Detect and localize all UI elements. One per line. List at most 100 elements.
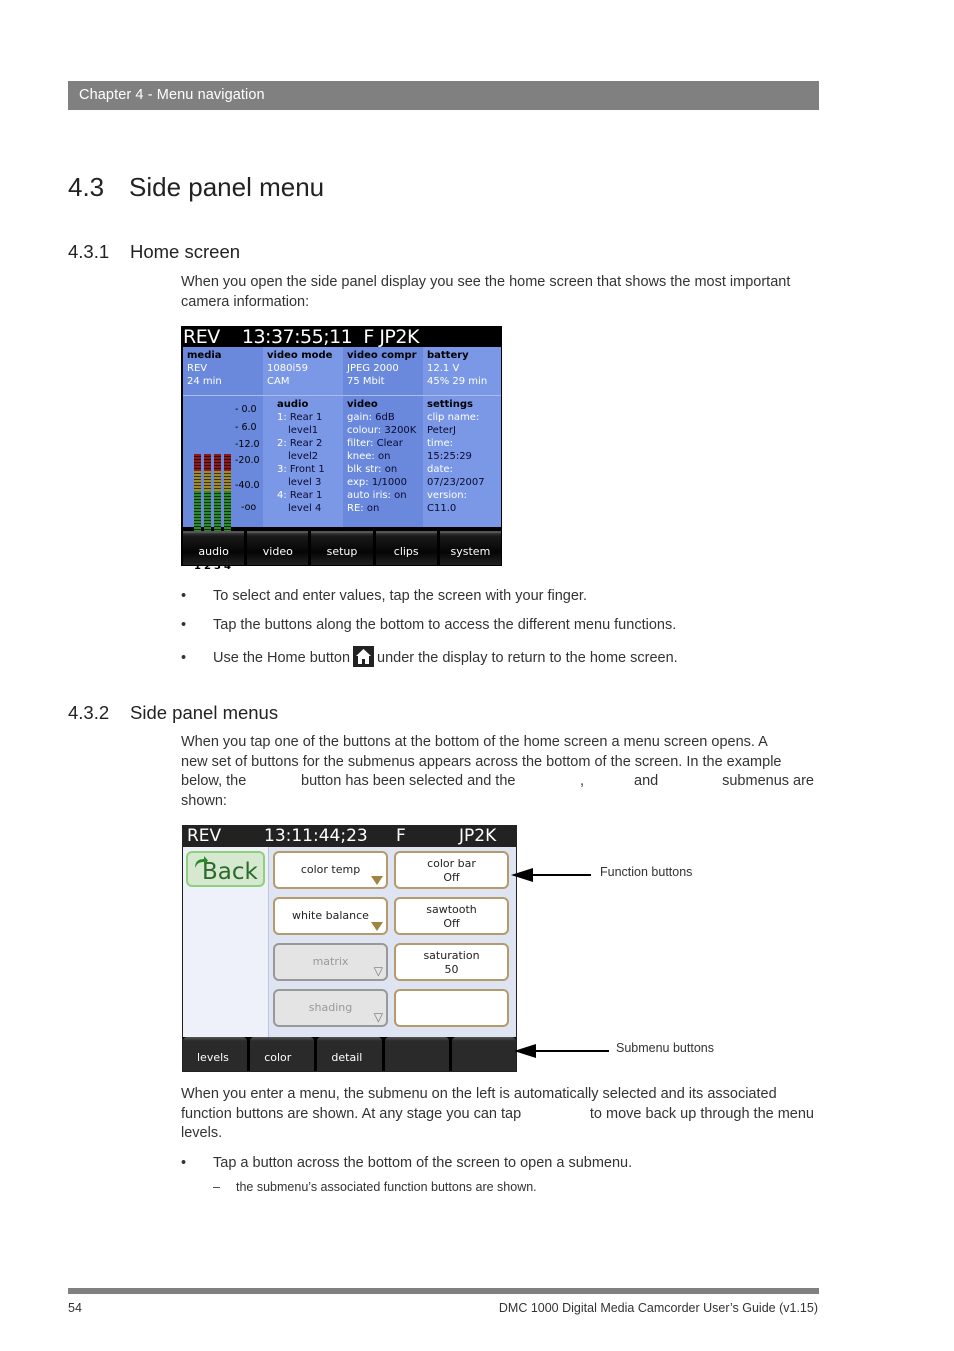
audio-item: 4: Rear 1 bbox=[277, 490, 323, 501]
scale-label: - 6.0 bbox=[235, 422, 257, 433]
menu-screen-figure: REV 13:11:44;23 F JP2K Back color temp c… bbox=[182, 825, 517, 1072]
clips-button[interactable]: clips bbox=[375, 531, 437, 565]
codec-indicator: JP2K bbox=[459, 826, 497, 846]
color-submenu-button[interactable]: color bbox=[250, 1037, 315, 1071]
video-button[interactable]: video bbox=[247, 531, 309, 565]
color-temp-button[interactable]: color temp bbox=[273, 851, 388, 889]
system-button[interactable]: system bbox=[439, 531, 502, 565]
subsection-number: 4.3.2 bbox=[68, 702, 110, 723]
dropdown-triangle-outline-icon: ▽ bbox=[373, 964, 383, 978]
video-item: RE: on bbox=[347, 503, 380, 514]
home-icon bbox=[353, 646, 375, 667]
submenu-arrow-head bbox=[514, 1044, 536, 1058]
video-compr-cell[interactable]: video compr JPEG 2000 75 Mbit bbox=[343, 347, 423, 395]
page-number: 54 bbox=[68, 1301, 82, 1315]
detail-submenu-button[interactable]: detail bbox=[317, 1037, 382, 1071]
video-item: auto iris: on bbox=[347, 490, 407, 501]
submenu-buttons-callout: Submenu buttons bbox=[616, 1041, 714, 1055]
audio-level: level1 bbox=[288, 425, 319, 436]
setting-label: date: bbox=[427, 464, 453, 475]
empty-function-button[interactable] bbox=[394, 989, 509, 1027]
subsection-title: Home screen bbox=[130, 241, 241, 262]
video-item: gain: 6dB bbox=[347, 412, 395, 423]
document-title: DMC 1000 Digital Media Camcorder User’s … bbox=[498, 1301, 818, 1315]
scale-label: -20.0 bbox=[235, 455, 260, 466]
cell-value: 75 Mbit bbox=[347, 376, 385, 387]
home-screen-figure: REV 13:37:55;11 F JP2K media REV 24 min … bbox=[181, 326, 502, 572]
cell-value: 12.1 V bbox=[427, 363, 460, 374]
cell-value: 24 min bbox=[187, 376, 222, 387]
color-bar-button[interactable]: color bar Off bbox=[394, 851, 509, 889]
audio-level: level2 bbox=[288, 451, 319, 462]
video-item: filter: Clear bbox=[347, 438, 403, 449]
dropdown-triangle-outline-icon: ▽ bbox=[373, 1010, 383, 1024]
shading-button[interactable]: shading ▽ bbox=[273, 989, 388, 1027]
function-arrow-line bbox=[530, 874, 591, 876]
bullet-item: • To select and enter values, tap the scr… bbox=[181, 588, 587, 604]
video-mode-cell[interactable]: video mode 1080i59 CAM bbox=[263, 347, 343, 395]
timecode: 13:11:44;23 bbox=[264, 826, 368, 846]
audio-item: 1: Rear 1 bbox=[277, 412, 323, 423]
sub-bullet-item: – the submenu’s associated function butto… bbox=[213, 1180, 537, 1194]
setting-value: C11.0 bbox=[427, 503, 457, 514]
section-title: Side panel menu bbox=[129, 172, 325, 202]
setting-label: time: bbox=[427, 438, 453, 449]
dropdown-triangle-icon bbox=[371, 922, 383, 931]
video-item: knee: on bbox=[347, 451, 391, 462]
media-indicator: REV bbox=[187, 826, 222, 846]
setting-label: version: bbox=[427, 490, 467, 501]
audio-cell[interactable]: audio 1: Rear 1 level1 2: Rear 2 level2 … bbox=[263, 396, 343, 527]
scale-label: -oo bbox=[241, 502, 257, 513]
setting-value: 07/23/2007 bbox=[427, 477, 485, 488]
back-button[interactable]: Back bbox=[186, 851, 265, 887]
empty-submenu-button[interactable] bbox=[384, 1037, 449, 1071]
setting-value: PeterJ bbox=[427, 425, 456, 436]
left-panel: Back bbox=[183, 847, 269, 1037]
saturation-button[interactable]: saturation 50 bbox=[394, 943, 509, 981]
status-bar: REV 13:11:44;23 F JP2K bbox=[183, 826, 516, 847]
bullet-item: • Tap the buttons along the bottom to acc… bbox=[181, 617, 677, 633]
empty-submenu-button[interactable] bbox=[451, 1037, 517, 1071]
media-cell[interactable]: media REV 24 min bbox=[183, 347, 263, 395]
cell-value: 45% 29 min bbox=[427, 376, 488, 387]
video-item: exp: 1/1000 bbox=[347, 477, 407, 488]
audio-button[interactable]: audio bbox=[183, 531, 245, 565]
subsection-heading-menus: 4.3.2 Side panel menus bbox=[68, 702, 278, 724]
cell-value: 1080i59 bbox=[267, 363, 308, 374]
video-item: blk str: on bbox=[347, 464, 398, 475]
cell-title: battery bbox=[427, 350, 469, 361]
audio-level: level 3 bbox=[288, 477, 322, 488]
audio-meters-cell[interactable]: 1 2 3 4 - 0.0 - 6.0 -12.0 -20.0 -40.0 -o… bbox=[183, 396, 263, 572]
matrix-button[interactable]: matrix ▽ bbox=[273, 943, 388, 981]
home-menu-buttons: audio video setup clips system bbox=[183, 531, 502, 565]
levels-submenu-button[interactable]: levels bbox=[183, 1037, 248, 1071]
chapter-header: Chapter 4 - Menu navigation bbox=[68, 81, 819, 110]
video-item: colour: 3200K bbox=[347, 425, 417, 436]
cell-title: settings bbox=[427, 399, 473, 410]
cell-title: audio bbox=[277, 399, 309, 410]
status-bar: REV 13:37:55;11 F JP2K bbox=[183, 326, 419, 348]
footer-rule bbox=[68, 1288, 819, 1294]
battery-cell[interactable]: battery 12.1 V 45% 29 min bbox=[423, 347, 501, 395]
cell-value: CAM bbox=[267, 376, 290, 387]
cell-title: media bbox=[187, 350, 222, 361]
settings-cell[interactable]: settings clip name: PeterJ time: 15:25:2… bbox=[423, 396, 501, 527]
white-balance-button[interactable]: white balance bbox=[273, 897, 388, 935]
subsection-heading-home: 4.3.1 Home screen bbox=[68, 241, 240, 263]
submenu-buttons: levels color detail bbox=[183, 1037, 517, 1071]
video-cell[interactable]: video gain: 6dB colour: 3200K filter: Cl… bbox=[343, 396, 423, 527]
home-intro-paragraph: When you open the side panel display you… bbox=[181, 274, 791, 310]
section-number: 4.3 bbox=[68, 172, 105, 202]
scale-label: - 0.0 bbox=[235, 404, 257, 415]
setting-label: clip name: bbox=[427, 412, 480, 423]
back-label: Back bbox=[202, 859, 258, 885]
scale-label: -12.0 bbox=[235, 439, 260, 450]
mode-indicator: F bbox=[396, 826, 406, 846]
bullet-item: • Use the Home button under the display to… bbox=[181, 646, 678, 667]
subsection-title: Side panel menus bbox=[130, 702, 279, 723]
sawtooth-button[interactable]: sawtooth Off bbox=[394, 897, 509, 935]
info-grid: media REV 24 min video mode 1080i59 CAM … bbox=[183, 347, 501, 572]
cell-title: video mode bbox=[267, 350, 333, 361]
setup-button[interactable]: setup bbox=[311, 531, 373, 565]
subsection-number: 4.3.1 bbox=[68, 241, 110, 262]
